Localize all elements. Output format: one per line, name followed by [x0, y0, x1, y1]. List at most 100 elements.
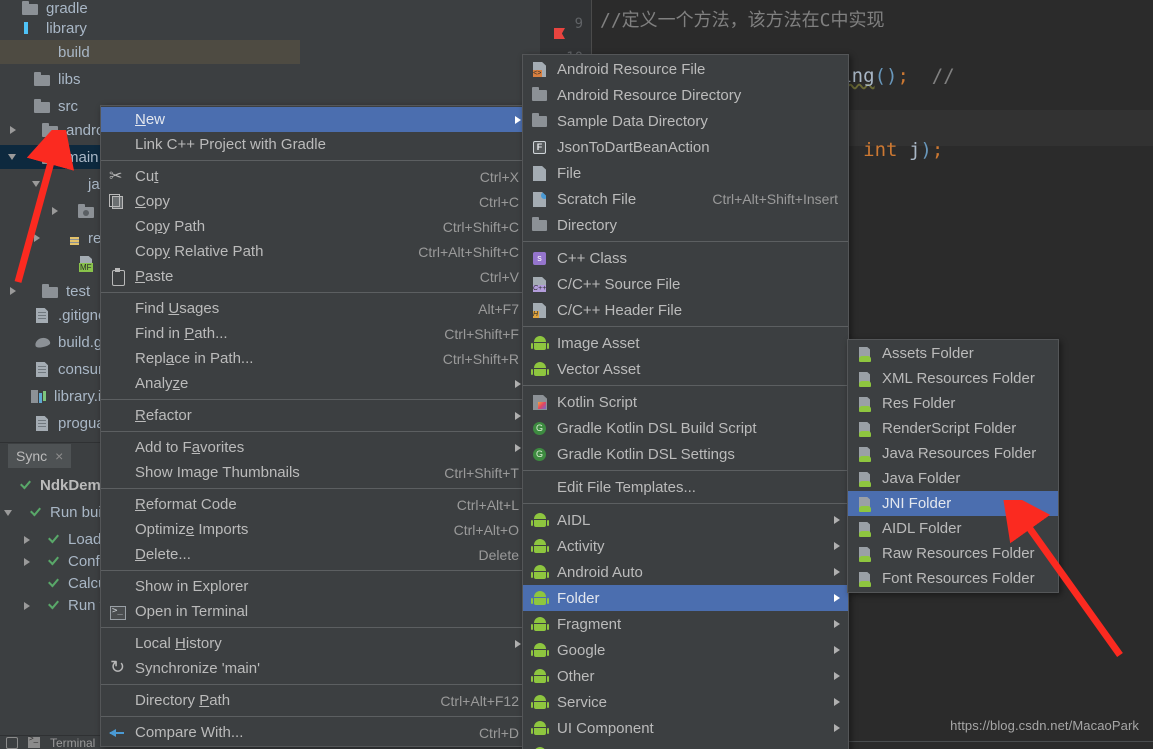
context-menu[interactable]: New Link C++ Project with Gradle Cut Ctrl+X…	[100, 105, 530, 747]
menu-item-find-in-path[interactable]: Find in Path... Ctrl+Shift+F	[101, 321, 529, 346]
menu-item-open-in-terminal[interactable]: Open in Terminal	[101, 599, 529, 624]
menu-item-show-image-thumbnails[interactable]: Show Image Thumbnails Ctrl+Shift+T	[101, 460, 529, 485]
menu-item-compare-with[interactable]: Compare With... Ctrl+D	[101, 720, 529, 745]
tree-row-library[interactable]: library	[0, 16, 300, 40]
new-item-ui-component[interactable]: UI Component	[523, 715, 848, 741]
new-item-directory[interactable]: Directory	[523, 212, 848, 238]
menu-item-add-to-favorites[interactable]: Add to Favorites	[101, 435, 529, 460]
twisty-icon[interactable]	[18, 362, 32, 376]
tree-row-libs[interactable]: libs	[0, 67, 300, 91]
structure-icon[interactable]	[6, 736, 18, 749]
chevron-right-icon[interactable]	[6, 284, 20, 298]
folder-item-renderscript-folder[interactable]: RenderScript Folder	[848, 416, 1058, 441]
bookmark-icon[interactable]	[554, 28, 565, 39]
menu-item-optimize-imports[interactable]: Optimize Imports Ctrl+Alt+O	[101, 517, 529, 542]
new-item-other[interactable]: Other	[523, 663, 848, 689]
new-item-file[interactable]: File	[523, 160, 848, 186]
chevron-right-icon[interactable]	[20, 599, 34, 613]
new-item-google[interactable]: Google	[523, 637, 848, 663]
chevron-right-icon	[515, 380, 521, 388]
tab-sync[interactable]: Sync ×	[8, 444, 72, 468]
menu-item-label: Show Image Thumbnails	[135, 464, 300, 481]
new-item-c-c-header-file[interactable]: H C/C++ Header File	[523, 297, 848, 323]
folder-item-aidl-folder[interactable]: AIDL Folder	[848, 516, 1058, 541]
folder-item-res-folder[interactable]: Res Folder	[848, 391, 1058, 416]
new-item-gradle-kotlin-dsl-build-script[interactable]: G Gradle Kotlin DSL Build Script	[523, 415, 848, 441]
new-item-activity[interactable]: Activity	[523, 533, 848, 559]
twisty-icon[interactable]	[18, 416, 32, 430]
twisty-icon[interactable]	[6, 1, 20, 15]
menu-item-local-history[interactable]: Local History	[101, 631, 529, 656]
menu-item-refactor[interactable]: Refactor	[101, 403, 529, 428]
tree-row-build[interactable]: build	[0, 40, 300, 64]
twisty-icon[interactable]	[18, 308, 32, 322]
folder-item-font-resources-folder[interactable]: Font Resources Folder	[848, 566, 1058, 591]
folder-submenu[interactable]: Assets Folder XML Resources Folder Res Fol…	[847, 339, 1059, 593]
terminal-icon[interactable]	[28, 734, 40, 748]
menu-item-copy-relative-path[interactable]: Copy Relative Path Ctrl+Alt+Shift+C	[101, 239, 529, 264]
new-item-gradle-kotlin-dsl-settings[interactable]: G Gradle Kotlin DSL Settings	[523, 441, 848, 467]
new-item-aidl[interactable]: AIDL	[523, 507, 848, 533]
twisty-icon[interactable]	[20, 577, 34, 591]
new-item-android-resource-file[interactable]: <> Android Resource File	[523, 56, 848, 82]
menu-item-new[interactable]: New	[101, 107, 529, 132]
menu-item-find-usages[interactable]: Find Usages Alt+F7	[101, 296, 529, 321]
twisty-icon[interactable]	[48, 257, 62, 271]
new-item-scratch-file[interactable]: Scratch File Ctrl+Alt+Shift+Insert	[523, 186, 848, 212]
menu-item-paste[interactable]: Paste Ctrl+V	[101, 264, 529, 289]
new-item-jsontodartbeanaction[interactable]: F JsonToDartBeanAction	[523, 134, 848, 160]
new-item-image-asset[interactable]: Image Asset	[523, 330, 848, 356]
chevron-right-icon[interactable]	[30, 231, 44, 245]
twisty-icon[interactable]	[14, 389, 28, 403]
new-item-c-class[interactable]: s C++ Class	[523, 245, 848, 271]
status-bar-terminal-label[interactable]: Terminal	[50, 736, 95, 749]
chevron-down-icon[interactable]	[6, 150, 20, 164]
new-item-android-resource-directory[interactable]: Android Resource Directory	[523, 82, 848, 108]
new-item-wear[interactable]: Wear	[523, 741, 848, 749]
folder-item-raw-resources-folder[interactable]: Raw Resources Folder	[848, 541, 1058, 566]
twisty-icon[interactable]	[2, 479, 16, 493]
menu-item-replace-in-path[interactable]: Replace in Path... Ctrl+Shift+R	[101, 346, 529, 371]
menu-item-label: Java Resources Folder	[882, 445, 1037, 462]
new-item-fragment[interactable]: Fragment	[523, 611, 848, 637]
new-item-folder[interactable]: Folder	[523, 585, 848, 611]
menu-item-copy-path[interactable]: Copy Path Ctrl+Shift+C	[101, 214, 529, 239]
folder-item-assets-folder[interactable]: Assets Folder	[848, 341, 1058, 366]
folder-item-java-resources-folder[interactable]: Java Resources Folder	[848, 441, 1058, 466]
menu-item-show-in-explorer[interactable]: Show in Explorer	[101, 574, 529, 599]
chevron-down-icon[interactable]	[30, 177, 44, 191]
menu-item-link-c-project-with-gradle[interactable]: Link C++ Project with Gradle	[101, 132, 529, 157]
folder-item-jni-folder[interactable]: JNI Folder	[848, 491, 1058, 516]
new-item-vector-asset[interactable]: Vector Asset	[523, 356, 848, 382]
menu-item-synchronize-main[interactable]: Synchronize 'main'	[101, 656, 529, 681]
menu-item-analyze[interactable]: Analyze	[101, 371, 529, 396]
menu-item-reformat-code[interactable]: Reformat Code Ctrl+Alt+L	[101, 492, 529, 517]
new-item-c-c-source-file[interactable]: C++ C/C++ Source File	[523, 271, 848, 297]
new-submenu[interactable]: <> Android Resource File Android Resource …	[522, 54, 849, 749]
twisty-icon[interactable]	[18, 99, 32, 113]
new-item-edit-file-templates[interactable]: Edit File Templates...	[523, 474, 848, 500]
menu-item-delete[interactable]: Delete... Delete	[101, 542, 529, 567]
chevron-right-icon[interactable]	[20, 533, 34, 547]
menu-item-copy[interactable]: Copy Ctrl+C	[101, 189, 529, 214]
chevron-right-icon[interactable]	[20, 555, 34, 569]
folder-item-java-folder[interactable]: Java Folder	[848, 466, 1058, 491]
twisty-icon[interactable]	[18, 72, 32, 86]
twisty-icon[interactable]	[18, 335, 32, 349]
new-item-sample-data-directory[interactable]: Sample Data Directory	[523, 108, 848, 134]
chevron-right-icon[interactable]	[48, 204, 62, 218]
twisty-icon[interactable]	[18, 45, 32, 59]
menu-item-cut[interactable]: Cut Ctrl+X	[101, 164, 529, 189]
new-item-android-auto[interactable]: Android Auto	[523, 559, 848, 585]
folder-item-xml-resources-folder[interactable]: XML Resources Folder	[848, 366, 1058, 391]
chevron-down-icon[interactable]	[2, 506, 16, 520]
tree-row-main[interactable]: main	[0, 145, 100, 169]
new-item-kotlin-script[interactable]: Kotlin Script	[523, 389, 848, 415]
close-icon[interactable]: ×	[55, 448, 63, 464]
paste-icon	[109, 269, 127, 285]
menu-item-label: Delete...	[135, 546, 191, 563]
twisty-icon[interactable]	[6, 21, 20, 35]
chevron-right-icon[interactable]	[6, 123, 20, 137]
menu-item-directory-path[interactable]: Directory Path Ctrl+Alt+F12	[101, 688, 529, 713]
new-item-service[interactable]: Service	[523, 689, 848, 715]
